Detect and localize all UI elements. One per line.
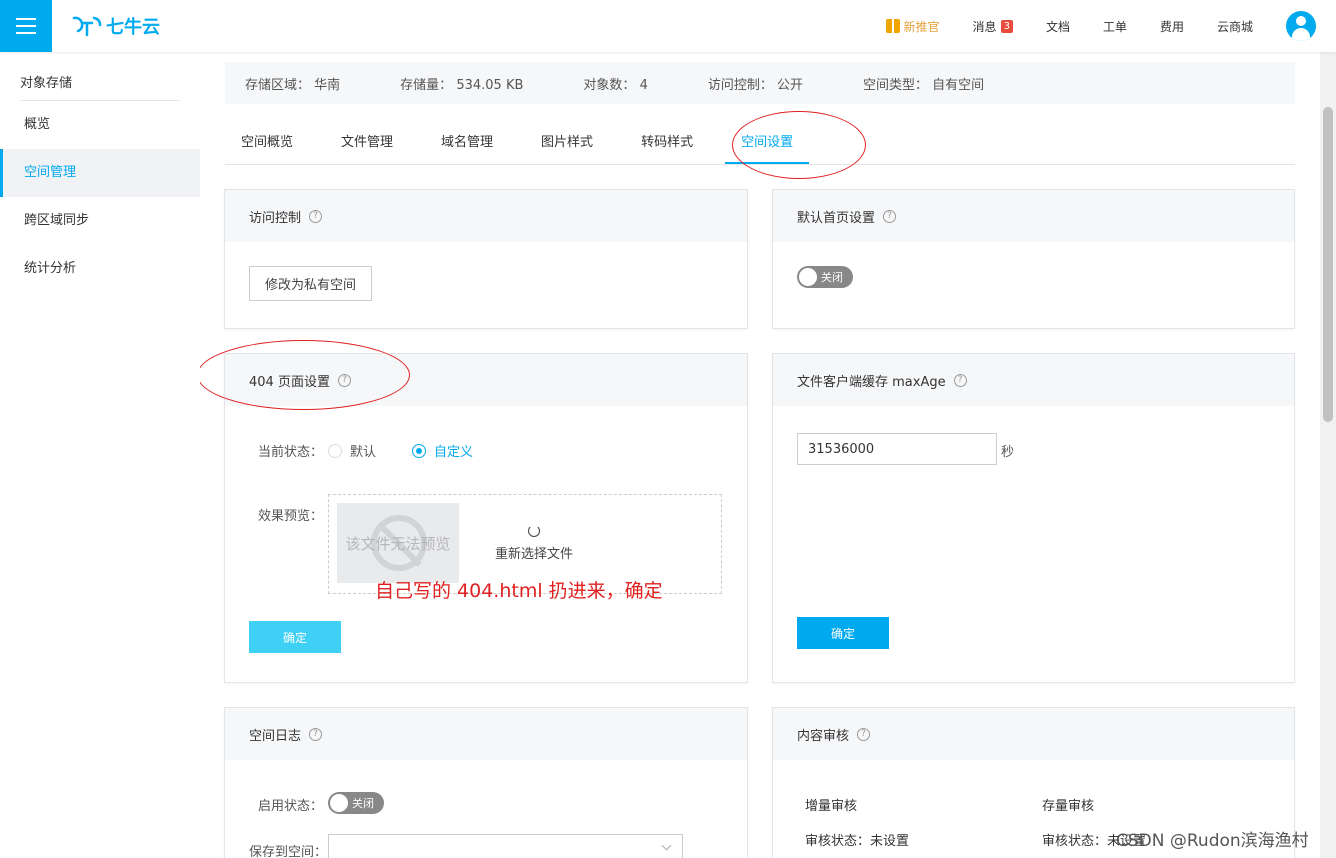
qiniu-logo-icon xyxy=(72,16,102,37)
toggle-knob xyxy=(799,268,817,286)
card-title: 内容审核 xyxy=(797,728,850,744)
card-title: 文件客户端缓存 maxAge xyxy=(797,374,946,390)
radio-dot xyxy=(412,443,426,458)
stock-audit-label: 存量审核 xyxy=(1042,799,1095,814)
page-scrollbar[interactable] xyxy=(1320,52,1336,858)
main-content: 存储区域： 华南 存储量： 534.05 KB 对象数： 4 访问控制： 公开 … xyxy=(200,52,1320,858)
nav-marketplace[interactable]: 云商城 xyxy=(1217,18,1253,35)
log-toggle[interactable]: 关闭 xyxy=(328,792,384,814)
make-private-button[interactable]: 修改为私有空间 xyxy=(249,266,373,301)
chevron-down-icon xyxy=(661,840,672,851)
nav-promo[interactable]: 新推官 xyxy=(885,18,940,35)
confirm-404-button[interactable]: 确定 xyxy=(249,621,341,653)
confirm-maxage-button[interactable]: 确定 xyxy=(797,617,889,649)
reselect-file-label: 重新选择文件 xyxy=(494,547,573,562)
tab-transcode-styles[interactable]: 转码样式 xyxy=(625,124,709,164)
incremental-audit-label: 增量审核 xyxy=(805,799,858,814)
tab-bucket-settings[interactable]: 空间设置 xyxy=(725,124,810,164)
top-bar: 七牛云 新推官 消息 3 文档 工单 费用 云商城 xyxy=(0,0,1336,52)
info-region: 存储区域： 华南 xyxy=(245,77,341,93)
sidebar-item-cross-region-sync[interactable]: 跨区域同步 xyxy=(0,197,200,245)
logo-text: 七牛云 xyxy=(106,17,160,38)
help-icon[interactable]: ? xyxy=(883,209,897,223)
content-audit-header: 内容审核 ? xyxy=(773,708,1294,760)
tab-file-management[interactable]: 文件管理 xyxy=(325,124,409,164)
annotation-text: 自己写的 404.html 扔进来，确定 xyxy=(375,580,663,602)
top-nav: 新推官 消息 3 文档 工单 费用 云商城 xyxy=(885,0,1336,52)
maxage-input[interactable]: 31536000 xyxy=(797,433,997,465)
preview-unavailable-text: 该文件无法预览 xyxy=(345,535,451,553)
page-404-header: 404 页面设置 ? xyxy=(225,354,747,406)
radio-default-label: 默认 xyxy=(350,445,377,460)
radio-default[interactable]: 默认 xyxy=(328,441,376,460)
sidebar-item-statistics[interactable]: 统计分析 xyxy=(0,245,200,293)
nav-messages[interactable]: 消息 3 xyxy=(973,18,1013,35)
refresh-icon xyxy=(528,525,540,537)
bucket-log-card: 空间日志 ? 启用状态： 关闭 保存到空间： xyxy=(224,707,748,858)
tab-overview[interactable]: 空间概览 xyxy=(225,124,309,164)
info-access-control: 访问控制： 公开 xyxy=(707,77,804,93)
sidebar-title: 对象存储 xyxy=(20,76,73,91)
log-status-label: 启用状态： xyxy=(258,799,324,814)
card-title: 空间日志 xyxy=(249,728,302,744)
nav-tickets[interactable]: 工单 xyxy=(1103,18,1127,35)
toggle-label: 关闭 xyxy=(821,271,843,284)
toggle-knob xyxy=(330,794,348,812)
nav-promo-label: 新推官 xyxy=(903,19,940,34)
default-homepage-card: 默认首页设置 ? 关闭 xyxy=(772,189,1295,329)
help-icon[interactable]: ? xyxy=(309,209,323,223)
access-control-card: 访问控制 ? 修改为私有空间 xyxy=(224,189,748,329)
nav-messages-label: 消息 xyxy=(972,19,997,34)
tab-image-styles[interactable]: 图片样式 xyxy=(525,124,609,164)
hamburger-menu-icon[interactable] xyxy=(0,0,52,52)
incremental-audit-status: 审核状态：未设置 xyxy=(805,834,910,849)
info-storage: 存储量： 534.05 KB xyxy=(400,77,524,93)
card-title: 访问控制 xyxy=(249,210,302,226)
scrollbar-thumb[interactable] xyxy=(1323,107,1333,422)
save-to-bucket-label: 保存到空间： xyxy=(249,845,328,858)
bucket-log-header: 空间日志 ? xyxy=(225,708,747,760)
logo[interactable]: 七牛云 xyxy=(72,13,160,39)
message-count-badge: 3 xyxy=(1000,19,1013,33)
access-control-header: 访问控制 ? xyxy=(225,190,747,242)
gift-icon xyxy=(885,19,900,33)
help-icon[interactable]: ? xyxy=(953,373,967,387)
sidebar-item-overview[interactable]: 概览 xyxy=(0,101,200,149)
nav-docs[interactable]: 文档 xyxy=(1046,18,1070,35)
nav-billing[interactable]: 费用 xyxy=(1160,18,1184,35)
radio-custom[interactable]: 自定义 xyxy=(412,441,473,460)
card-title: 默认首页设置 xyxy=(797,210,876,226)
status-label: 当前状态： xyxy=(258,445,324,460)
radio-dot xyxy=(328,443,342,458)
preview-thumbnail: 该文件无法预览 xyxy=(337,503,459,583)
homepage-toggle[interactable]: 关闭 xyxy=(797,266,853,288)
default-homepage-header: 默认首页设置 ? xyxy=(773,190,1294,242)
bucket-tabs: 空间概览 文件管理 域名管理 图片样式 转码样式 空间设置 xyxy=(225,124,1295,165)
bucket-info-bar: 存储区域： 华南 存储量： 534.05 KB 对象数： 4 访问控制： 公开 … xyxy=(225,62,1295,104)
reselect-file-button[interactable]: 重新选择文件 xyxy=(479,525,589,562)
card-title: 404 页面设置 xyxy=(249,374,330,390)
save-to-bucket-select[interactable] xyxy=(328,834,683,858)
preview-label: 效果预览： xyxy=(258,509,324,524)
toggle-label: 关闭 xyxy=(352,797,374,810)
watermark: CSDN @Rudon滨海渔村 xyxy=(1116,831,1309,851)
help-icon[interactable]: ? xyxy=(857,727,871,741)
user-avatar-icon[interactable] xyxy=(1286,11,1316,41)
info-bucket-type: 空间类型： 自有空间 xyxy=(863,77,985,93)
maxage-unit: 秒 xyxy=(1001,445,1015,460)
help-icon[interactable]: ? xyxy=(309,727,323,741)
info-object-count: 对象数： 4 xyxy=(583,77,648,93)
maxage-card: 文件客户端缓存 maxAge ? 31536000 秒 确定 xyxy=(772,353,1295,683)
page-404-card: 404 页面设置 ? 当前状态： 默认 自定义 效果预览： 该文件无法预览 重新… xyxy=(224,353,748,683)
help-icon[interactable]: ? xyxy=(337,373,351,387)
maxage-header: 文件客户端缓存 maxAge ? xyxy=(773,354,1294,406)
radio-custom-label: 自定义 xyxy=(434,445,474,460)
sidebar: 对象存储 概览 空间管理 跨区域同步 统计分析 xyxy=(0,52,200,858)
tab-domain-management[interactable]: 域名管理 xyxy=(425,124,509,164)
sidebar-item-bucket-management[interactable]: 空间管理 xyxy=(0,149,200,197)
